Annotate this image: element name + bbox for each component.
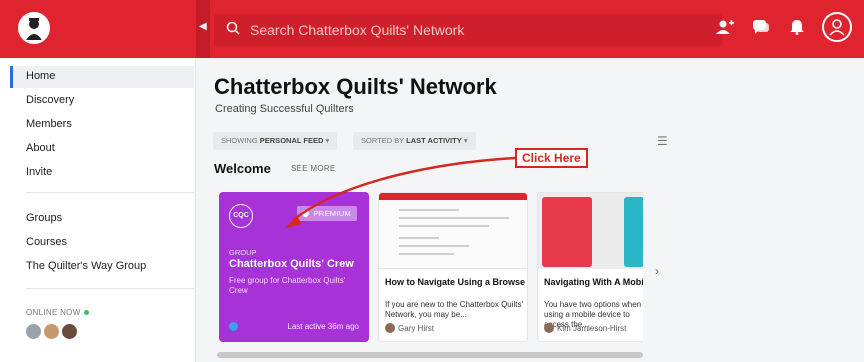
- sidebar-item-quilters-way-group[interactable]: The Quilter's Way Group: [26, 260, 146, 272]
- quilter-logo-icon: [20, 14, 48, 42]
- chat-icon[interactable]: [750, 16, 772, 38]
- sidebar-item-courses[interactable]: Courses: [26, 236, 67, 248]
- sidebar-item-about[interactable]: About: [26, 142, 55, 154]
- horizontal-scrollbar[interactable]: [217, 352, 643, 358]
- sidebar-item-discovery[interactable]: Discovery: [26, 94, 74, 106]
- group-card[interactable]: CQC PREMIUM GROUP Chatterbox Quilts' Cre…: [219, 192, 369, 342]
- page-title: Chatterbox Quilts' Network: [214, 74, 497, 99]
- search-icon: [226, 21, 240, 35]
- sort-dropdown[interactable]: SORTED BY LAST ACTIVITY ▾: [353, 132, 476, 150]
- see-more-link[interactable]: SEE MORE: [291, 164, 336, 173]
- online-status-dot: [83, 310, 89, 316]
- network-logo[interactable]: [18, 12, 50, 44]
- article-author: Gary Hirst: [385, 323, 434, 333]
- verified-check-icon: [229, 322, 238, 331]
- sidebar-item-invite[interactable]: Invite: [26, 166, 52, 178]
- sidebar-divider: [26, 288, 194, 289]
- sidebar-item-members[interactable]: Members: [26, 118, 72, 130]
- search-bar[interactable]: [214, 14, 722, 46]
- bell-icon[interactable]: [786, 16, 808, 38]
- article-card[interactable]: Navigating With A Mobile Device You have…: [537, 192, 643, 342]
- main-content: Chatterbox Quilts' Network Creating Succ…: [197, 58, 864, 362]
- article-title[interactable]: How to Navigate Using a Browser: [385, 277, 525, 288]
- invite-user-icon[interactable]: [714, 16, 736, 38]
- avatar[interactable]: [44, 324, 59, 339]
- article-excerpt: If you are new to the Chatterbox Quilts'…: [385, 300, 524, 319]
- online-members: [26, 324, 77, 339]
- group-description: Free group for Chatterbox Quilts' Crew: [229, 276, 346, 295]
- page-subtitle: Creating Successful Quilters: [215, 103, 354, 115]
- group-logo: CQC: [229, 204, 253, 228]
- article-card[interactable]: How to Navigate Using a Browser If you a…: [378, 192, 528, 342]
- avatar[interactable]: [26, 324, 41, 339]
- sidebar-item-home[interactable]: Home: [26, 70, 55, 82]
- group-name[interactable]: Chatterbox Quilts' Crew: [229, 258, 354, 270]
- article-thumbnail: [538, 193, 643, 269]
- search-input[interactable]: [250, 14, 710, 46]
- top-icons: [714, 12, 852, 42]
- avatar: [544, 323, 554, 333]
- list-view-icon[interactable]: ☰: [657, 134, 668, 148]
- article-author: Kim Jamieson-Hirst: [544, 323, 626, 333]
- premium-badge: PREMIUM: [297, 206, 357, 221]
- top-bar: ◀: [0, 0, 864, 58]
- profile-icon[interactable]: [822, 12, 852, 42]
- online-now-label: ONLINE NOW: [26, 308, 89, 317]
- feed-filter-dropdown[interactable]: SHOWING PERSONAL FEED ▾: [213, 132, 338, 150]
- article-title[interactable]: Navigating With A Mobile Device: [544, 277, 643, 288]
- carousel-next-icon[interactable]: ›: [655, 264, 659, 278]
- sidebar-divider: [26, 192, 194, 193]
- collapse-left-icon[interactable]: ◀: [199, 21, 207, 32]
- section-title: Welcome: [214, 161, 271, 176]
- click-here-annotation: Click Here: [515, 148, 588, 168]
- avatar: [385, 323, 395, 333]
- sidebar-item-groups[interactable]: Groups: [26, 212, 62, 224]
- article-thumbnail: [379, 193, 527, 269]
- group-type-label: GROUP: [229, 248, 257, 257]
- last-active: Last active 36m ago: [287, 322, 359, 331]
- avatar[interactable]: [62, 324, 77, 339]
- sidebar: Home Discovery Members About Invite Grou…: [0, 58, 196, 362]
